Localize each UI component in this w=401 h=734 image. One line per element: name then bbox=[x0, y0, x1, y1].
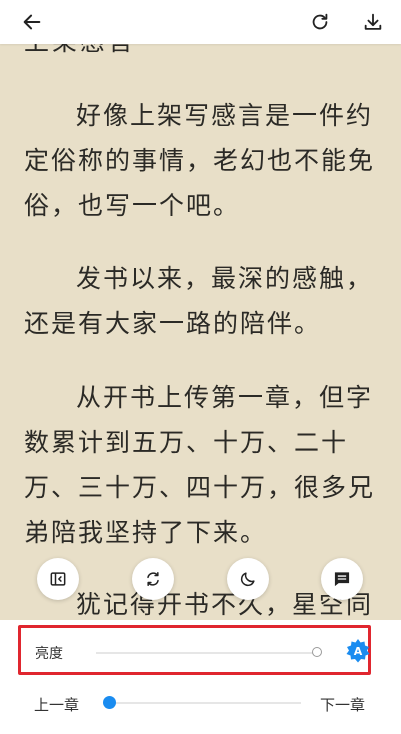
brightness-label: 亮度 bbox=[35, 646, 63, 662]
chapter-progress-thumb[interactable] bbox=[103, 696, 116, 709]
reader-settings-panel: 亮度 A 上一章 下一章 bbox=[0, 620, 401, 734]
brightness-slider-track[interactable] bbox=[96, 652, 318, 654]
auto-brightness-icon[interactable]: A bbox=[345, 638, 371, 664]
download-button[interactable] bbox=[357, 6, 389, 38]
prev-chapter-button[interactable]: 上一章 bbox=[34, 694, 79, 715]
reading-area[interactable]: 上架感言 好像上架写感言是一件约定俗称的事情，老幻也不能免俗，也写一个吧。 发书… bbox=[0, 0, 401, 620]
chapter-navigation: 上一章 下一章 bbox=[0, 684, 401, 720]
refresh-button[interactable] bbox=[304, 6, 336, 38]
arrow-left-icon bbox=[23, 14, 41, 30]
rotate-button[interactable] bbox=[132, 558, 174, 600]
brightness-row: 亮度 A bbox=[18, 625, 371, 675]
next-chapter-button[interactable]: 下一章 bbox=[320, 694, 365, 715]
download-icon bbox=[364, 13, 382, 30]
refresh-icon bbox=[312, 13, 328, 30]
comment-icon bbox=[334, 572, 350, 587]
paragraph-3: 从开书上传第一章，但字数累计到五万、十万、二十万、三十万、四十万，很多兄弟陪我坚… bbox=[24, 383, 376, 547]
top-bar bbox=[0, 0, 401, 44]
back-button[interactable] bbox=[16, 6, 48, 38]
auto-brightness-letter: A bbox=[354, 645, 363, 658]
chapter-progress-track[interactable] bbox=[105, 702, 301, 704]
exit-layout-icon bbox=[50, 572, 66, 586]
comment-button[interactable] bbox=[321, 558, 363, 600]
night-mode-button[interactable] bbox=[227, 558, 269, 600]
paragraph-2: 发书以来，最深的感触，还是有大家一路的陪伴。 bbox=[24, 264, 374, 338]
night-mode-icon bbox=[240, 572, 255, 587]
brightness-slider-thumb[interactable] bbox=[312, 647, 322, 657]
exit-layout-button[interactable] bbox=[37, 558, 79, 600]
paragraph-1: 好像上架写感言是一件约定俗称的事情，老幻也不能免俗，也写一个吧。 bbox=[24, 101, 376, 220]
rotate-icon bbox=[147, 572, 159, 586]
